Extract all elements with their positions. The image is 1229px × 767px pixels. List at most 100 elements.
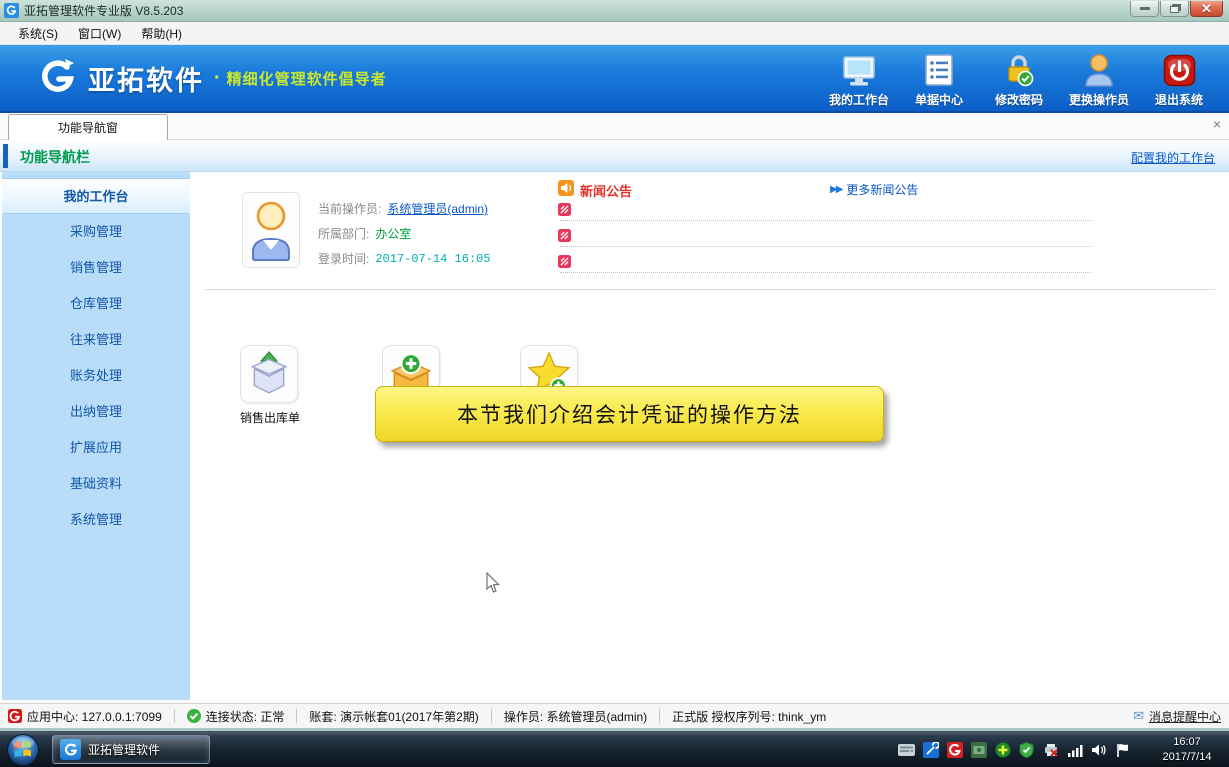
- clock-time: 16:07: [1151, 735, 1223, 750]
- department-label: 所属部门:: [318, 225, 369, 242]
- news-item[interactable]: [558, 226, 1208, 252]
- dotted-line: [560, 220, 1092, 221]
- operator-label: 当前操作员:: [318, 200, 381, 217]
- status-separator: [296, 709, 297, 723]
- nav-accent-bar: [3, 144, 8, 168]
- printer-error-icon[interactable]: [1042, 742, 1059, 759]
- change-password-button[interactable]: 修改密码: [979, 51, 1059, 108]
- close-button[interactable]: ✕: [1190, 1, 1223, 17]
- tab-close-icon[interactable]: ×: [1213, 117, 1221, 131]
- sidebar: 我的工作台 采购管理 销售管理 仓库管理 往来管理 账务处理 出纳管理 扩展应用…: [2, 172, 190, 700]
- user-info: 当前操作员: 系统管理员(admin) 所属部门: 办公室 登录时间: 2017…: [318, 196, 491, 271]
- workspace: 当前操作员: 系统管理员(admin) 所属部门: 办公室 登录时间: 2017…: [190, 172, 1229, 703]
- network-signal-icon[interactable]: [1066, 742, 1083, 759]
- operator-icon: [1083, 51, 1115, 87]
- switch-operator-button[interactable]: 更换操作员: [1059, 51, 1139, 108]
- monitor-icon: [842, 51, 876, 87]
- window-title: 亚拓管理软件专业版 V8.5.203: [24, 2, 183, 19]
- sidebar-item-purchase[interactable]: 采购管理: [2, 214, 190, 250]
- news-title: 新闻公告: [580, 181, 632, 200]
- status-connection: 连接状态: 正常: [187, 708, 285, 725]
- brand-header: 亚拓软件 · 精细化管理软件倡导者 我的工作台: [0, 45, 1229, 113]
- tutorial-callout: 本节我们介绍会计凭证的操作方法: [375, 386, 884, 442]
- sidebar-item-sales[interactable]: 销售管理: [2, 250, 190, 286]
- exit-system-button[interactable]: 退出系统: [1139, 51, 1219, 108]
- avatar: [242, 192, 300, 268]
- dotted-line: [560, 246, 1092, 247]
- my-workbench-button[interactable]: 我的工作台: [819, 51, 899, 108]
- shortcut-sales-outbound[interactable]: 销售出库单: [240, 345, 298, 426]
- mouse-cursor: [486, 572, 501, 597]
- status-bar: 应用中心: 127.0.0.1:7099 连接状态: 正常 账套: 演示帐套01…: [0, 703, 1229, 731]
- menu-bar: 系统(S) 窗口(W) 帮助(H): [0, 22, 1229, 45]
- app-logo-icon: [60, 739, 81, 760]
- status-license: 正式版 授权序列号: think_ym: [672, 708, 826, 725]
- status-app-center: 应用中心: 127.0.0.1:7099: [8, 708, 162, 725]
- configure-workbench-link[interactable]: 配置我的工作台: [1131, 149, 1215, 166]
- shield-icon[interactable]: [1018, 742, 1035, 759]
- sidebar-item-cashier[interactable]: 出纳管理: [2, 394, 190, 430]
- brand-name: 亚拓软件: [88, 59, 204, 98]
- avatar-person-icon: [248, 199, 294, 261]
- sidebar-item-system[interactable]: 系统管理: [2, 502, 190, 538]
- cash-icon[interactable]: [970, 742, 987, 759]
- plus-circle-icon[interactable]: [994, 742, 1011, 759]
- login-time-value: 2017-07-14 16:05: [375, 252, 490, 266]
- message-center-link[interactable]: ✉ 消息提醒中心: [1133, 708, 1221, 725]
- more-news-link[interactable]: ▶▶ 更多新闻公告: [830, 181, 918, 198]
- status-separator: [659, 709, 660, 723]
- sidebar-item-contacts[interactable]: 往来管理: [2, 322, 190, 358]
- news-item-icon: [558, 203, 571, 219]
- yato-tray-icon[interactable]: [946, 742, 963, 759]
- section-divider: [205, 289, 1215, 290]
- power-icon: [1163, 51, 1196, 87]
- menu-window[interactable]: 窗口(W): [68, 23, 131, 44]
- app-logo-icon: [4, 3, 19, 18]
- news-item[interactable]: [558, 252, 1208, 278]
- taskbar-app-button[interactable]: 亚拓管理软件: [52, 735, 210, 764]
- menu-system[interactable]: 系统(S): [8, 23, 68, 44]
- lock-check-icon: [1002, 51, 1036, 87]
- document-center-button[interactable]: 单据中心: [899, 51, 979, 108]
- outbound-box-icon: [246, 350, 292, 399]
- news-panel: 新闻公告 ▶▶ 更多新闻公告: [558, 178, 1208, 278]
- login-time-label: 登录时间:: [318, 250, 369, 267]
- windows-taskbar: 亚拓管理软件: [0, 731, 1229, 767]
- news-item-icon: [558, 229, 571, 245]
- status-separator: [491, 709, 492, 723]
- news-item-icon: [558, 255, 571, 271]
- tab-strip: 功能导航窗 ×: [0, 113, 1229, 140]
- announcement-speaker-icon: [558, 180, 574, 199]
- department-value: 办公室: [375, 225, 411, 242]
- sidebar-item-warehouse[interactable]: 仓库管理: [2, 286, 190, 322]
- news-item[interactable]: [558, 200, 1208, 226]
- app-window: 亚拓管理软件专业版 V8.5.203 ✕ 系统(S) 窗口(W) 帮助(H) 亚…: [0, 0, 1229, 767]
- tool-icon[interactable]: [922, 742, 939, 759]
- restore-button[interactable]: [1160, 1, 1189, 17]
- taskbar-app-label: 亚拓管理软件: [88, 741, 160, 758]
- minimize-button[interactable]: [1130, 1, 1159, 17]
- taskbar-clock[interactable]: 16:07 2017/7/14: [1151, 735, 1223, 765]
- nav-title: 功能导航栏: [20, 147, 90, 167]
- menu-help[interactable]: 帮助(H): [131, 23, 192, 44]
- double-arrow-icon: ▶▶: [830, 184, 841, 195]
- brand-slogan: 精细化管理软件倡导者: [227, 68, 387, 89]
- sidebar-item-basic-data[interactable]: 基础资料: [2, 466, 190, 502]
- envelope-icon: ✉: [1133, 708, 1144, 724]
- app-center-icon: [8, 709, 22, 723]
- sidebar-item-extensions[interactable]: 扩展应用: [2, 430, 190, 466]
- callout-text: 本节我们介绍会计凭证的操作方法: [457, 399, 802, 429]
- brand-dot: ·: [214, 67, 221, 90]
- volume-icon[interactable]: [1090, 742, 1107, 759]
- brand-logo-icon: [38, 57, 78, 100]
- tab-function-navigation[interactable]: 功能导航窗: [8, 114, 168, 140]
- start-button[interactable]: [6, 733, 40, 767]
- sidebar-item-accounting[interactable]: 账务处理: [2, 358, 190, 394]
- system-tray: [891, 732, 1131, 767]
- dotted-line: [560, 272, 1092, 273]
- flag-icon[interactable]: [1114, 742, 1131, 759]
- connection-ok-icon: [187, 709, 201, 723]
- nav-bar: 功能导航栏 配置我的工作台: [0, 140, 1229, 172]
- keyboard-icon[interactable]: [898, 742, 915, 759]
- sidebar-item-my-workbench[interactable]: 我的工作台: [2, 178, 190, 214]
